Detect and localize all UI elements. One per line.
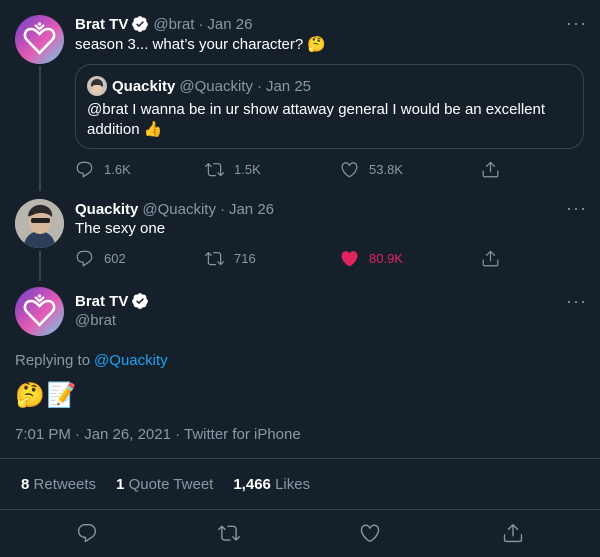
reply-icon <box>75 160 94 179</box>
quote-author-name: Quackity <box>112 77 176 95</box>
tweet1-more-icon[interactable]: ··· <box>566 14 587 32</box>
thread-line-1 <box>39 66 41 191</box>
verified-icon <box>131 292 149 310</box>
replying-to: Replying to @Quackity <box>15 352 168 369</box>
replying-prefix: Replying to <box>15 352 91 369</box>
replying-to-link[interactable]: @Quackity <box>94 352 168 369</box>
brat-avatar[interactable] <box>15 15 64 64</box>
retweet-icon <box>205 249 224 268</box>
tweet1-reply-button[interactable]: 1.6K <box>75 160 131 179</box>
tweet2-date[interactable]: Jan 26 <box>229 201 274 218</box>
tweet2-retweet-count: 716 <box>234 251 256 266</box>
reply-icon <box>76 522 98 544</box>
tweet1-date[interactable]: Jan 26 <box>207 16 252 33</box>
quackity-avatar[interactable] <box>15 199 64 248</box>
quote-tweet-card[interactable]: Quackity @Quackity · Jan 25 @brat I wann… <box>75 64 584 149</box>
main-like-button[interactable] <box>359 522 391 544</box>
tweet2-author-name[interactable]: Quackity <box>75 201 138 218</box>
main-author-name[interactable]: Brat TV <box>75 293 128 310</box>
verified-icon <box>131 15 149 33</box>
main-brat-avatar[interactable] <box>15 287 64 336</box>
tweet1-dot: · <box>198 15 204 33</box>
tweet1-retweet-count: 1.5K <box>234 162 261 177</box>
tweet2-share-button[interactable] <box>481 249 510 268</box>
main-share-button[interactable] <box>502 522 534 544</box>
tweet2-like-count: 80.9K <box>369 251 403 266</box>
like-icon <box>359 522 381 544</box>
engagement-stats: 8 Retweets 1 Quote Tweet 1,466 Likes <box>21 476 330 493</box>
like-filled-icon <box>340 249 359 268</box>
tweet1-text: season 3... what’s your character? 🤔 <box>75 36 327 53</box>
quote-text: @brat I wanna be in ur show attaway gene… <box>87 101 545 138</box>
quote-dot: · <box>256 77 262 95</box>
main-text: 🤔📝 <box>15 382 79 409</box>
tweet1-header: Brat TV @brat · Jan 26 <box>75 15 252 33</box>
likes-stat[interactable]: 1,466 Likes <box>233 476 310 493</box>
tweet2-retweet-button[interactable]: 716 <box>205 249 256 268</box>
retweets-stat[interactable]: 8 Retweets <box>21 476 96 493</box>
tweet1-share-button[interactable] <box>481 160 510 179</box>
main-retweet-button[interactable] <box>218 522 250 544</box>
tweet1-like-button[interactable]: 53.8K <box>340 160 403 179</box>
quote-handle: @Quackity <box>179 77 253 95</box>
divider-top <box>0 458 600 459</box>
tweet2-reply-count: 602 <box>104 251 126 266</box>
thread-line-2 <box>39 251 41 281</box>
heart-logo-icon <box>15 15 64 64</box>
tweet2-more-icon[interactable]: ··· <box>566 199 587 217</box>
tweet1-handle[interactable]: @brat <box>153 16 194 33</box>
tweet2-handle[interactable]: @Quackity <box>142 201 216 218</box>
tweet1-like-count: 53.8K <box>369 162 403 177</box>
share-icon <box>481 249 500 268</box>
tweet2-header: Quackity @Quackity · Jan 26 <box>75 200 274 218</box>
main-more-icon[interactable]: ··· <box>566 292 587 310</box>
tweet2-dot: · <box>219 200 225 218</box>
main-reply-button[interactable] <box>76 522 108 544</box>
tweet2-reply-button[interactable]: 602 <box>75 249 126 268</box>
heart-logo-icon <box>15 287 64 336</box>
quote-date: Jan 25 <box>265 77 312 95</box>
main-author-row: Brat TV <box>75 292 149 310</box>
tweet2-text: The sexy one <box>75 220 166 237</box>
quote-tweets-stat[interactable]: 1 Quote Tweet <box>116 476 213 493</box>
reply-icon <box>75 249 94 268</box>
tweet1-author-name[interactable]: Brat TV <box>75 16 128 33</box>
quackity-avatar-image <box>15 199 64 248</box>
tweet1-reply-count: 1.6K <box>104 162 131 177</box>
main-timestamp[interactable]: 7:01 PM · Jan 26, 2021 · Twitter for iPh… <box>15 426 301 443</box>
main-handle[interactable]: @brat <box>75 312 116 329</box>
tweet2-like-button[interactable]: 80.9K <box>340 249 403 268</box>
divider-bottom <box>0 509 600 510</box>
retweet-icon <box>218 522 240 544</box>
share-icon <box>481 160 500 179</box>
quote-header: Quackity @Quackity · Jan 25 <box>87 76 311 96</box>
share-icon <box>502 522 524 544</box>
retweet-icon <box>205 160 224 179</box>
like-icon <box>340 160 359 179</box>
tweet1-retweet-button[interactable]: 1.5K <box>205 160 261 179</box>
quote-avatar <box>87 76 107 96</box>
